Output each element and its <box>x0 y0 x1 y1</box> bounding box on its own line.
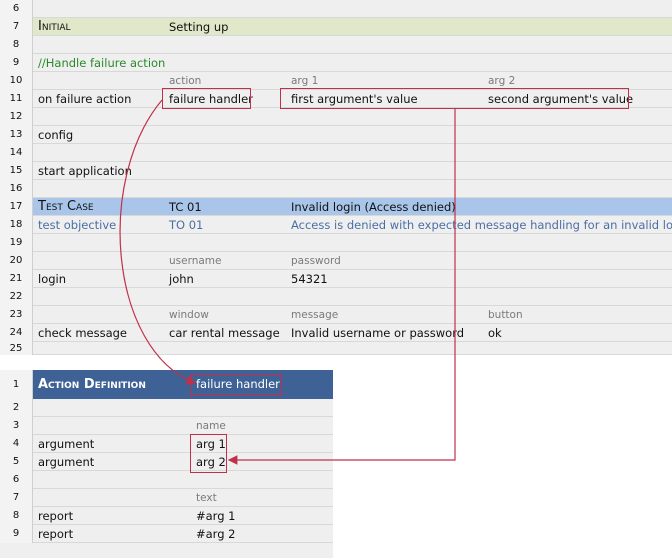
comment-cell[interactable]: //Handle failure action <box>38 54 165 72</box>
report-keyword[interactable]: report <box>38 507 73 525</box>
row-number: 20 <box>0 252 33 270</box>
arguments-highlight <box>280 88 629 109</box>
header-username[interactable]: username <box>169 252 222 270</box>
row-1-action-definition: 1 Action Definition failure handler <box>0 370 333 399</box>
argument-keyword[interactable]: argument <box>38 435 94 453</box>
row-number: 6 <box>0 0 33 18</box>
argument-names-highlight <box>190 434 227 473</box>
row-number: 4 <box>0 435 33 453</box>
button-value[interactable]: ok <box>488 324 502 342</box>
action-definition-keyword[interactable]: Action Definition <box>38 377 146 392</box>
row-9: 9 //Handle failure action <box>0 54 672 72</box>
row-number: 13 <box>0 126 33 144</box>
password-value[interactable]: 54321 <box>291 270 328 288</box>
report-keyword[interactable]: report <box>38 525 73 543</box>
check-message-keyword[interactable]: check message <box>38 324 127 342</box>
test-objective-text[interactable]: Access is denied with expected message h… <box>291 216 672 234</box>
row-6: 6 <box>0 471 333 489</box>
row-8: 8 <box>0 36 672 54</box>
row-number: 9 <box>0 54 33 72</box>
header-password[interactable]: password <box>291 252 341 270</box>
row-number: 11 <box>0 90 33 108</box>
test-case-id[interactable]: TC 01 <box>169 198 202 216</box>
test-objective-id[interactable]: TO 01 <box>169 216 203 234</box>
row-24: 24 check message car rental message Inva… <box>0 324 672 342</box>
start-application-keyword[interactable]: start application <box>38 162 132 180</box>
action-definition-sheet: 1 Action Definition failure handler 2 3 … <box>0 370 333 558</box>
row-16: 16 <box>0 180 672 198</box>
row-number: 3 <box>0 417 33 435</box>
row-number: 10 <box>0 72 33 90</box>
header-window[interactable]: window <box>169 306 209 324</box>
config-keyword[interactable]: config <box>38 126 73 144</box>
row-number: 23 <box>0 306 33 324</box>
row-3: 3 name <box>0 417 333 435</box>
login-keyword[interactable]: login <box>38 270 66 288</box>
row-number: 16 <box>0 180 33 198</box>
row-15: 15 start application <box>0 162 672 180</box>
argument-keyword[interactable]: argument <box>38 453 94 471</box>
message-value[interactable]: Invalid username or password <box>291 324 464 342</box>
row-4: 4 argument arg 1 <box>0 435 333 453</box>
row-23: 23 window message button <box>0 306 672 324</box>
row-number: 6 <box>0 471 33 489</box>
row-13: 13 config <box>0 126 672 144</box>
row-6: 6 <box>0 0 672 18</box>
action-name-highlight <box>190 374 282 396</box>
row-2: 2 <box>0 399 333 417</box>
row-number: 9 <box>0 525 33 543</box>
test-objective-keyword[interactable]: test objective <box>38 216 116 234</box>
row-17-test-case: 17 Test Case TC 01 Invalid login (Access… <box>0 198 672 216</box>
row-8: 8 report #arg 1 <box>0 507 333 525</box>
row-21: 21 login john 54321 <box>0 270 672 288</box>
report-text-arg2[interactable]: #arg 2 <box>196 525 235 543</box>
row-12: 12 <box>0 108 672 126</box>
row-number: 7 <box>0 489 33 507</box>
header-text[interactable]: text <box>196 489 217 507</box>
row-number: 5 <box>0 453 33 471</box>
row-19: 19 <box>0 234 672 252</box>
row-number: 7 <box>0 18 33 36</box>
row-25: 25 <box>0 342 672 355</box>
row-number: 21 <box>0 270 33 288</box>
on-failure-action-keyword[interactable]: on failure action <box>38 90 131 108</box>
row-14: 14 <box>0 144 672 162</box>
row-number: 17 <box>0 198 33 216</box>
initial-keyword[interactable]: Initial <box>38 18 71 36</box>
row-number: 1 <box>0 370 33 399</box>
window-value[interactable]: car rental message <box>169 324 280 342</box>
username-value[interactable]: john <box>169 270 194 288</box>
row-number: 14 <box>0 144 33 162</box>
row-number: 15 <box>0 162 33 180</box>
row-number: 12 <box>0 108 33 126</box>
header-name[interactable]: name <box>196 417 226 435</box>
action-definition-header: Action Definition failure handler <box>33 370 333 399</box>
row-number: 24 <box>0 324 33 342</box>
test-case-keyword[interactable]: Test Case <box>38 198 94 216</box>
row-22: 22 <box>0 288 672 306</box>
row-number: 8 <box>0 507 33 525</box>
initial-description[interactable]: Setting up <box>169 18 228 36</box>
row-number: 18 <box>0 216 33 234</box>
failure-handler-highlight <box>162 88 251 109</box>
header-message[interactable]: message <box>291 306 338 324</box>
row-9: 9 report #arg 2 <box>0 525 333 543</box>
row-7-initial: 7 Initial Setting up <box>0 18 672 36</box>
row-number: 8 <box>0 36 33 54</box>
header-button[interactable]: button <box>488 306 523 324</box>
row-number: 22 <box>0 288 33 306</box>
row-5: 5 argument arg 2 <box>0 453 333 471</box>
report-text-arg1[interactable]: #arg 1 <box>196 507 235 525</box>
row-number: 25 <box>0 342 33 355</box>
row-20: 20 username password <box>0 252 672 270</box>
row-number: 19 <box>0 234 33 252</box>
row-number: 2 <box>0 399 33 417</box>
row-7: 7 text <box>0 489 333 507</box>
test-sheet: 6 7 Initial Setting up 8 9 //Handle fail… <box>0 0 672 355</box>
test-case-title[interactable]: Invalid login (Access denied) <box>291 198 456 216</box>
row-18: 18 test objective TO 01 Access is denied… <box>0 216 672 234</box>
